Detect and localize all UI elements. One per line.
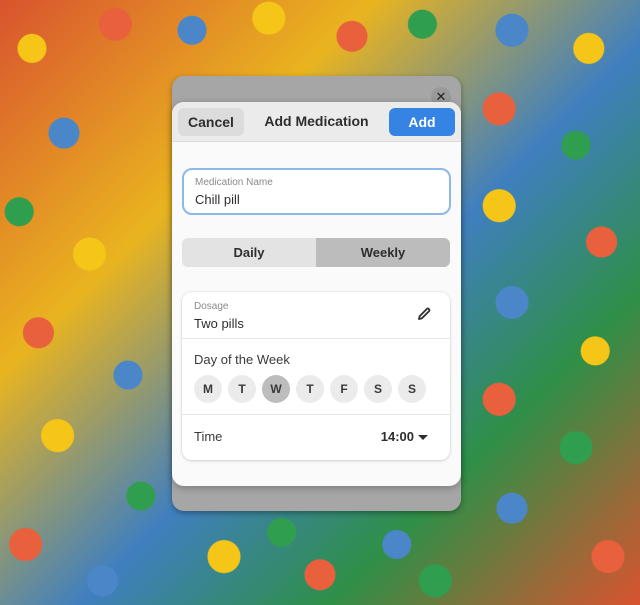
frequency-weekly[interactable]: Weekly (316, 238, 450, 267)
cancel-button[interactable]: Cancel (178, 108, 244, 136)
day-of-week-label: Day of the Week (194, 352, 290, 367)
medication-name-field[interactable]: Medication Name Chill pill (182, 168, 451, 215)
frequency-daily[interactable]: Daily (182, 238, 316, 267)
day-friday[interactable]: F (330, 375, 358, 403)
day-saturday[interactable]: S (364, 375, 392, 403)
add-medication-dialog: Cancel Add Medication Add Medication Nam… (172, 102, 461, 486)
dosage-row[interactable]: Dosage Two pills (182, 292, 450, 339)
time-dropdown[interactable]: 14:00 (381, 429, 414, 444)
time-label: Time (194, 429, 223, 444)
day-selector: M T W T F S S (194, 375, 426, 403)
frequency-toggle: Daily Weekly (182, 238, 450, 267)
add-button[interactable]: Add (389, 108, 455, 136)
time-row[interactable]: Time 14:00 (182, 415, 450, 460)
day-of-week-row: Day of the Week M T W T F S S (182, 339, 450, 415)
pencil-icon[interactable] (416, 306, 432, 322)
day-monday[interactable]: M (194, 375, 222, 403)
day-tuesday[interactable]: T (228, 375, 256, 403)
dosage-label: Dosage (194, 301, 229, 312)
dropdown-arrow-icon[interactable] (418, 435, 428, 440)
day-sunday[interactable]: S (398, 375, 426, 403)
schedule-card: Dosage Two pills Day of the Week M T W T… (182, 292, 450, 460)
dosage-value: Two pills (194, 316, 244, 331)
dialog-header: Cancel Add Medication Add (172, 102, 461, 142)
day-thursday[interactable]: T (296, 375, 324, 403)
medication-name-input[interactable]: Chill pill (195, 192, 240, 207)
medication-name-label: Medication Name (195, 177, 273, 188)
day-wednesday[interactable]: W (262, 375, 290, 403)
